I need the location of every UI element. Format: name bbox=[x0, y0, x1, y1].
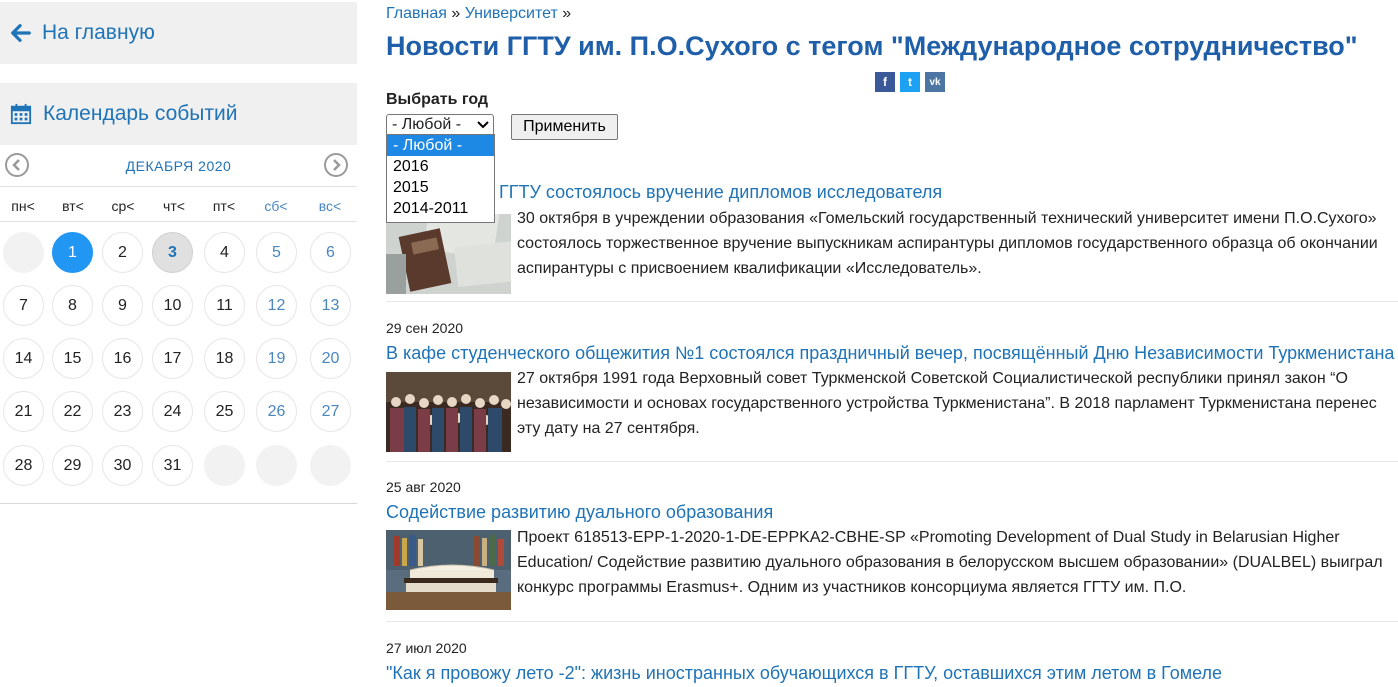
news-excerpt-line: эту дату на 27 сентября. bbox=[517, 420, 700, 437]
news-divider bbox=[386, 621, 1398, 622]
calendar-day[interactable]: 22 bbox=[52, 391, 93, 432]
year-filter-label: Выбрать год bbox=[386, 91, 489, 108]
calendar-day[interactable]: 21 bbox=[3, 391, 44, 432]
news-title-link[interactable]: "Как я провожу лето -2": жизнь иностранн… bbox=[386, 663, 1222, 684]
news-title-link[interactable]: В кафе студенческого общежития №1 состоя… bbox=[386, 343, 1394, 364]
calendar-day[interactable]: 3 bbox=[152, 232, 193, 273]
news-date: 29 сен 2020 bbox=[386, 320, 464, 336]
calendar-day[interactable]: 4 bbox=[204, 232, 245, 273]
calendar-day[interactable]: 29 bbox=[52, 445, 93, 486]
news-title-link[interactable]: Содействие развитию дуального образовани… bbox=[386, 502, 773, 523]
calendar-day[interactable]: 27 bbox=[310, 391, 351, 432]
calendar-day[interactable]: 10 bbox=[152, 285, 193, 326]
news-excerpt-line: конкурс программы Erasmus+. Одним из уча… bbox=[517, 579, 1187, 596]
news-thumbnail[interactable] bbox=[386, 372, 511, 452]
news-divider bbox=[386, 461, 1398, 462]
breadcrumb: Главная » Университет » bbox=[386, 5, 571, 23]
news-thumbnail[interactable] bbox=[386, 530, 511, 610]
calendar-day[interactable]: 14 bbox=[3, 338, 44, 379]
year-option[interactable]: - Любой - bbox=[387, 135, 494, 156]
news-excerpt-line: независимости и основах государственного… bbox=[517, 395, 1377, 412]
news-excerpt-line: Education/ Содействие развитию дуального… bbox=[517, 554, 1383, 571]
apply-button[interactable]: Применить bbox=[511, 114, 618, 140]
diploma-photo-image bbox=[386, 214, 511, 294]
year-dropdown-list: - Любой - 2016 2015 2014-2011 bbox=[386, 134, 495, 223]
calendar-day[interactable]: 13 bbox=[310, 285, 351, 326]
calendar-day[interactable]: 12 bbox=[256, 285, 297, 326]
calendar-day[interactable]: 19 bbox=[256, 338, 297, 379]
news-date: 25 авг 2020 bbox=[386, 479, 461, 495]
calendar-day[interactable]: 31 bbox=[152, 445, 193, 486]
breadcrumb-separator: » bbox=[446, 5, 465, 22]
calendar-day[interactable]: 8 bbox=[52, 285, 93, 326]
group-photo-image bbox=[386, 372, 511, 452]
news-excerpt-line: 27 октября 1991 года Верховный совет Тур… bbox=[517, 370, 1348, 387]
news-date: 27 июл 2020 bbox=[386, 640, 467, 656]
calendar-divider bbox=[0, 503, 357, 504]
calendar-day-empty bbox=[204, 445, 245, 486]
calendar-day[interactable]: 7 bbox=[3, 285, 44, 326]
year-option[interactable]: 2016 bbox=[387, 156, 494, 177]
calendar-day[interactable]: 2 bbox=[102, 232, 143, 273]
news-excerpt-line: Проект 618513-EPP-1-2020-1-DE-EPPKA2-CBH… bbox=[517, 529, 1340, 546]
calendar-day[interactable]: 16 bbox=[102, 338, 143, 379]
news-title-link[interactable]: ГГТУ состоялось вручение дипломов исслед… bbox=[499, 182, 942, 203]
year-option[interactable]: 2015 bbox=[387, 177, 494, 198]
twitter-icon[interactable]: t bbox=[900, 72, 920, 92]
breadcrumb-separator: » bbox=[557, 5, 572, 22]
calendar-day[interactable]: 6 bbox=[310, 232, 351, 273]
facebook-icon[interactable]: f bbox=[875, 72, 895, 92]
breadcrumb-university-link[interactable]: Университет bbox=[465, 5, 558, 22]
breadcrumb-home-link[interactable]: Главная bbox=[386, 5, 447, 22]
share-buttons: f t vk bbox=[875, 72, 945, 92]
news-excerpt: Проект 618513-EPP-1-2020-1-DE-EPPKA2-CBH… bbox=[517, 525, 1398, 600]
news-divider bbox=[386, 301, 1398, 302]
news-excerpt-line: аспирантуры с присвоением квалификации «… bbox=[517, 260, 982, 277]
calendar-days: 1 2 3 4 5 6 7 8 9 10 11 12 13 14 15 16 17 18 19 20 21 22 23 24 2… bbox=[0, 0, 357, 500]
year-select[interactable]: - Любой - bbox=[386, 114, 494, 136]
page-title: Новости ГГТУ им. П.О.Сухого с тегом "Меж… bbox=[386, 31, 1358, 61]
calendar-day[interactable]: 18 bbox=[204, 338, 245, 379]
vk-icon[interactable]: vk bbox=[925, 72, 945, 92]
year-select-value: - Любой - bbox=[392, 116, 462, 133]
calendar-day[interactable]: 9 bbox=[102, 285, 143, 326]
calendar-day[interactable]: 26 bbox=[256, 391, 297, 432]
calendar-day-empty bbox=[310, 445, 351, 486]
news-excerpt-line: 30 октября в учреждении образования «Гом… bbox=[517, 210, 1377, 227]
calendar-day[interactable]: 30 bbox=[102, 445, 143, 486]
calendar-day[interactable]: 11 bbox=[204, 285, 245, 326]
calendar-day-empty bbox=[3, 232, 44, 273]
calendar-day[interactable]: 15 bbox=[52, 338, 93, 379]
calendar-day[interactable]: 23 bbox=[102, 391, 143, 432]
news-excerpt-line: состоялось торжественное вручение выпуск… bbox=[517, 235, 1378, 252]
chevron-down-icon bbox=[477, 121, 489, 129]
news-excerpt: 30 октября в учреждении образования «Гом… bbox=[517, 206, 1398, 281]
calendar-day[interactable]: 17 bbox=[152, 338, 193, 379]
calendar-day-empty bbox=[256, 445, 297, 486]
calendar-day[interactable]: 28 bbox=[3, 445, 44, 486]
calendar-day[interactable]: 25 bbox=[204, 391, 245, 432]
calendar-day[interactable]: 20 bbox=[310, 338, 351, 379]
year-option[interactable]: 2014-2011 bbox=[387, 198, 494, 219]
calendar-day[interactable]: 24 bbox=[152, 391, 193, 432]
news-excerpt: 27 октября 1991 года Верховный совет Тур… bbox=[517, 366, 1398, 441]
sidebar: На главную Календарь событий ДЕКАБРЯ 202… bbox=[0, 0, 357, 687]
calendar-day[interactable]: 5 bbox=[256, 232, 297, 273]
main-content: Главная » Университет » Новости ГГТУ им.… bbox=[386, 0, 1398, 687]
calendar-day[interactable]: 1 bbox=[52, 232, 93, 273]
news-thumbnail[interactable] bbox=[386, 214, 511, 294]
books-photo-image bbox=[386, 530, 511, 610]
